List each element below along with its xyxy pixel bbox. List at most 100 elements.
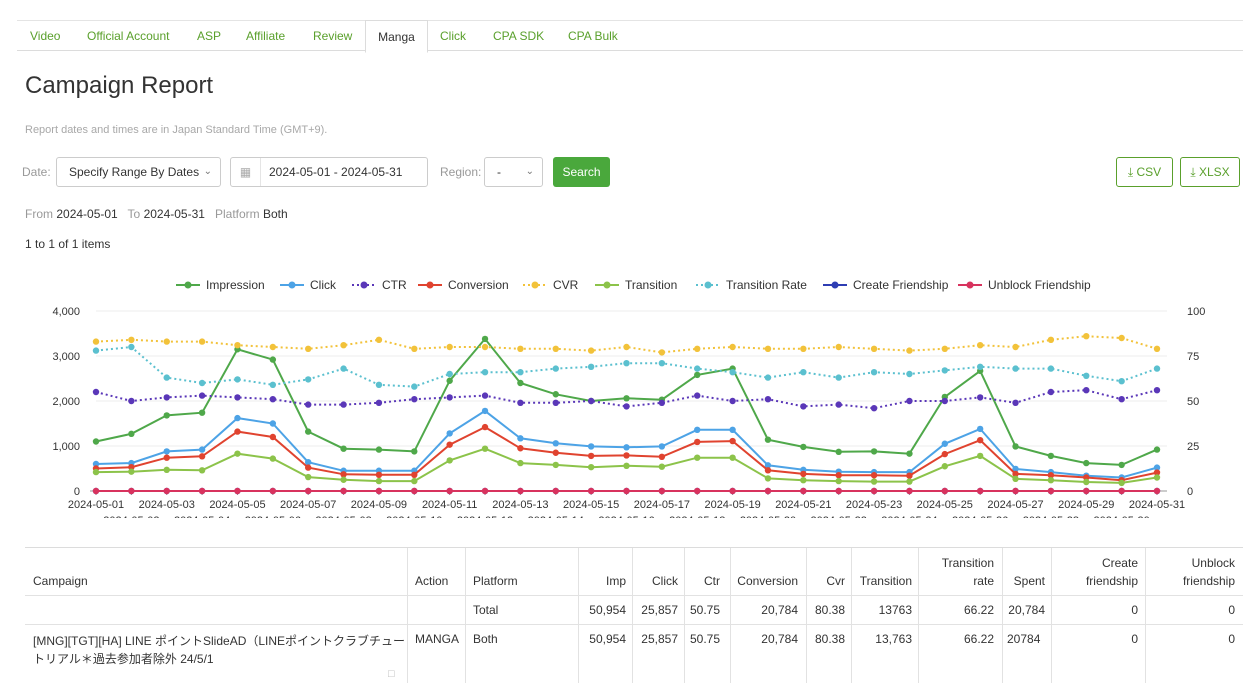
data-point [198, 338, 206, 345]
download-icon: ⤓ [1190, 165, 1196, 179]
csv-download-button[interactable]: ⤓ CSV [1116, 157, 1173, 187]
x-axis-tick-label: 2024-05-15 [563, 499, 619, 511]
tab-video[interactable]: Video [30, 21, 60, 52]
data-point [906, 487, 913, 495]
data-point [128, 397, 135, 405]
data-point [446, 377, 453, 384]
row-ctr: 50.75 [689, 632, 720, 646]
tab-asp[interactable]: ASP [197, 21, 221, 52]
data-point [658, 463, 666, 470]
data-point [1012, 343, 1019, 351]
data-point [729, 397, 736, 405]
header-create-1[interactable]: Create [1050, 556, 1138, 570]
memo-icon[interactable]: □ [388, 668, 395, 680]
data-point [870, 369, 878, 376]
x-axis-tick-label: 2024-05-01 [68, 499, 124, 511]
data-point [1047, 452, 1055, 460]
data-point [340, 476, 347, 483]
date-range-input[interactable]: ▦ 2024-05-01 - 2024-05-31 [230, 157, 428, 187]
campaign-link[interactable]: [MNG][TGT][HA] LINE ポイントSlideAD（LINEポイント… [33, 632, 408, 668]
data-point [517, 459, 524, 467]
data-point [411, 471, 418, 478]
tab-official-account[interactable]: Official Account [87, 21, 170, 52]
region-select[interactable]: - ⌄ [484, 157, 543, 187]
tab-affiliate[interactable]: Affiliate [246, 21, 285, 52]
header-conversion[interactable]: Conversion [725, 574, 798, 588]
header-click[interactable]: Click [630, 574, 678, 588]
data-point [835, 472, 842, 479]
campaign-table: Campaign Action Platform Imp Click Ctr C… [25, 547, 1243, 683]
data-point [481, 423, 489, 431]
data-point [729, 454, 736, 461]
data-point [411, 345, 418, 352]
data-point [587, 463, 595, 471]
data-point [870, 345, 878, 352]
x-axis-tick-label: 2024-05-07 [280, 499, 336, 511]
data-point [340, 342, 347, 349]
data-point [1012, 399, 1019, 406]
campaign-chart: 0 1,000 2,000 3,000 4,000 0 25 50 75 100 2024-05-0… [52, 278, 1205, 518]
tab-manga[interactable]: Manga [365, 20, 428, 53]
data-point [835, 343, 842, 351]
legend-label: Impression [206, 278, 265, 292]
from-date: 2024-05-01 [56, 207, 118, 221]
data-point [305, 473, 312, 481]
data-point [835, 487, 842, 495]
row-unblock: 0 [1228, 632, 1235, 646]
data-point [623, 487, 630, 495]
header-campaign[interactable]: Campaign [33, 574, 88, 588]
legend-marker [831, 281, 839, 289]
header-platform[interactable]: Platform [473, 574, 518, 588]
tab-cpa-sdk[interactable]: CPA SDK [493, 21, 544, 52]
data-point [941, 345, 948, 352]
data-point [1118, 487, 1125, 495]
data-point [198, 409, 206, 416]
xlsx-download-button[interactable]: ⤓ XLSX [1180, 157, 1240, 187]
header-transition[interactable]: Transition [850, 574, 912, 588]
header-ctr[interactable]: Ctr [683, 574, 720, 588]
header-unblock-1[interactable]: Unblock [1143, 556, 1235, 570]
search-button[interactable]: Search [553, 157, 610, 187]
tab-review[interactable]: Review [313, 21, 352, 52]
data-point [375, 381, 383, 388]
data-point [906, 472, 913, 479]
row-conversion: 20,784 [761, 632, 798, 646]
date-mode-select[interactable]: Specify Range By Dates ⌄ [56, 157, 221, 187]
data-point [411, 396, 418, 403]
row-cvr: 80.38 [814, 632, 845, 646]
data-point [729, 437, 736, 445]
x-axis-tick-label: 2024-05-13 [492, 499, 548, 511]
data-point [800, 443, 807, 451]
campaign-name-line2: トリアル＊過去参加者除外 24/5/1 [33, 652, 214, 666]
data-point [1083, 372, 1090, 379]
data-point [976, 342, 984, 349]
legend-label: Click [310, 278, 337, 292]
data-point [1118, 479, 1125, 487]
data-point [446, 441, 453, 448]
data-point [906, 370, 913, 378]
data-point [835, 401, 842, 408]
x-axis-tick-label: 2024-05-26 [952, 515, 1008, 518]
legend-label: Transition Rate [726, 278, 807, 292]
tab-cpa-bulk[interactable]: CPA Bulk [568, 21, 618, 52]
data-point [198, 446, 206, 453]
tab-click[interactable]: Click [440, 21, 466, 52]
data-point [163, 338, 170, 345]
data-point [234, 450, 241, 457]
row-spent: 20784 [1007, 632, 1041, 646]
page-title: Campaign Report [25, 72, 214, 99]
calendar-icon: ▦ [231, 158, 261, 186]
region-label: Region: [440, 165, 482, 179]
left-axis-tick-label: 1,000 [52, 441, 80, 453]
data-point [906, 450, 913, 457]
row-platform: Both [473, 632, 498, 646]
row-transition-rate: 66.22 [963, 632, 994, 646]
header-spent[interactable]: Spent [999, 574, 1045, 588]
header-cvr[interactable]: Cvr [803, 574, 845, 588]
header-transition-rate-1[interactable]: Transition [917, 556, 994, 570]
data-point [340, 487, 347, 495]
data-point [375, 399, 383, 406]
total-click: 25,857 [641, 603, 678, 617]
header-action[interactable]: Action [415, 574, 448, 588]
header-imp[interactable]: Imp [565, 574, 626, 588]
